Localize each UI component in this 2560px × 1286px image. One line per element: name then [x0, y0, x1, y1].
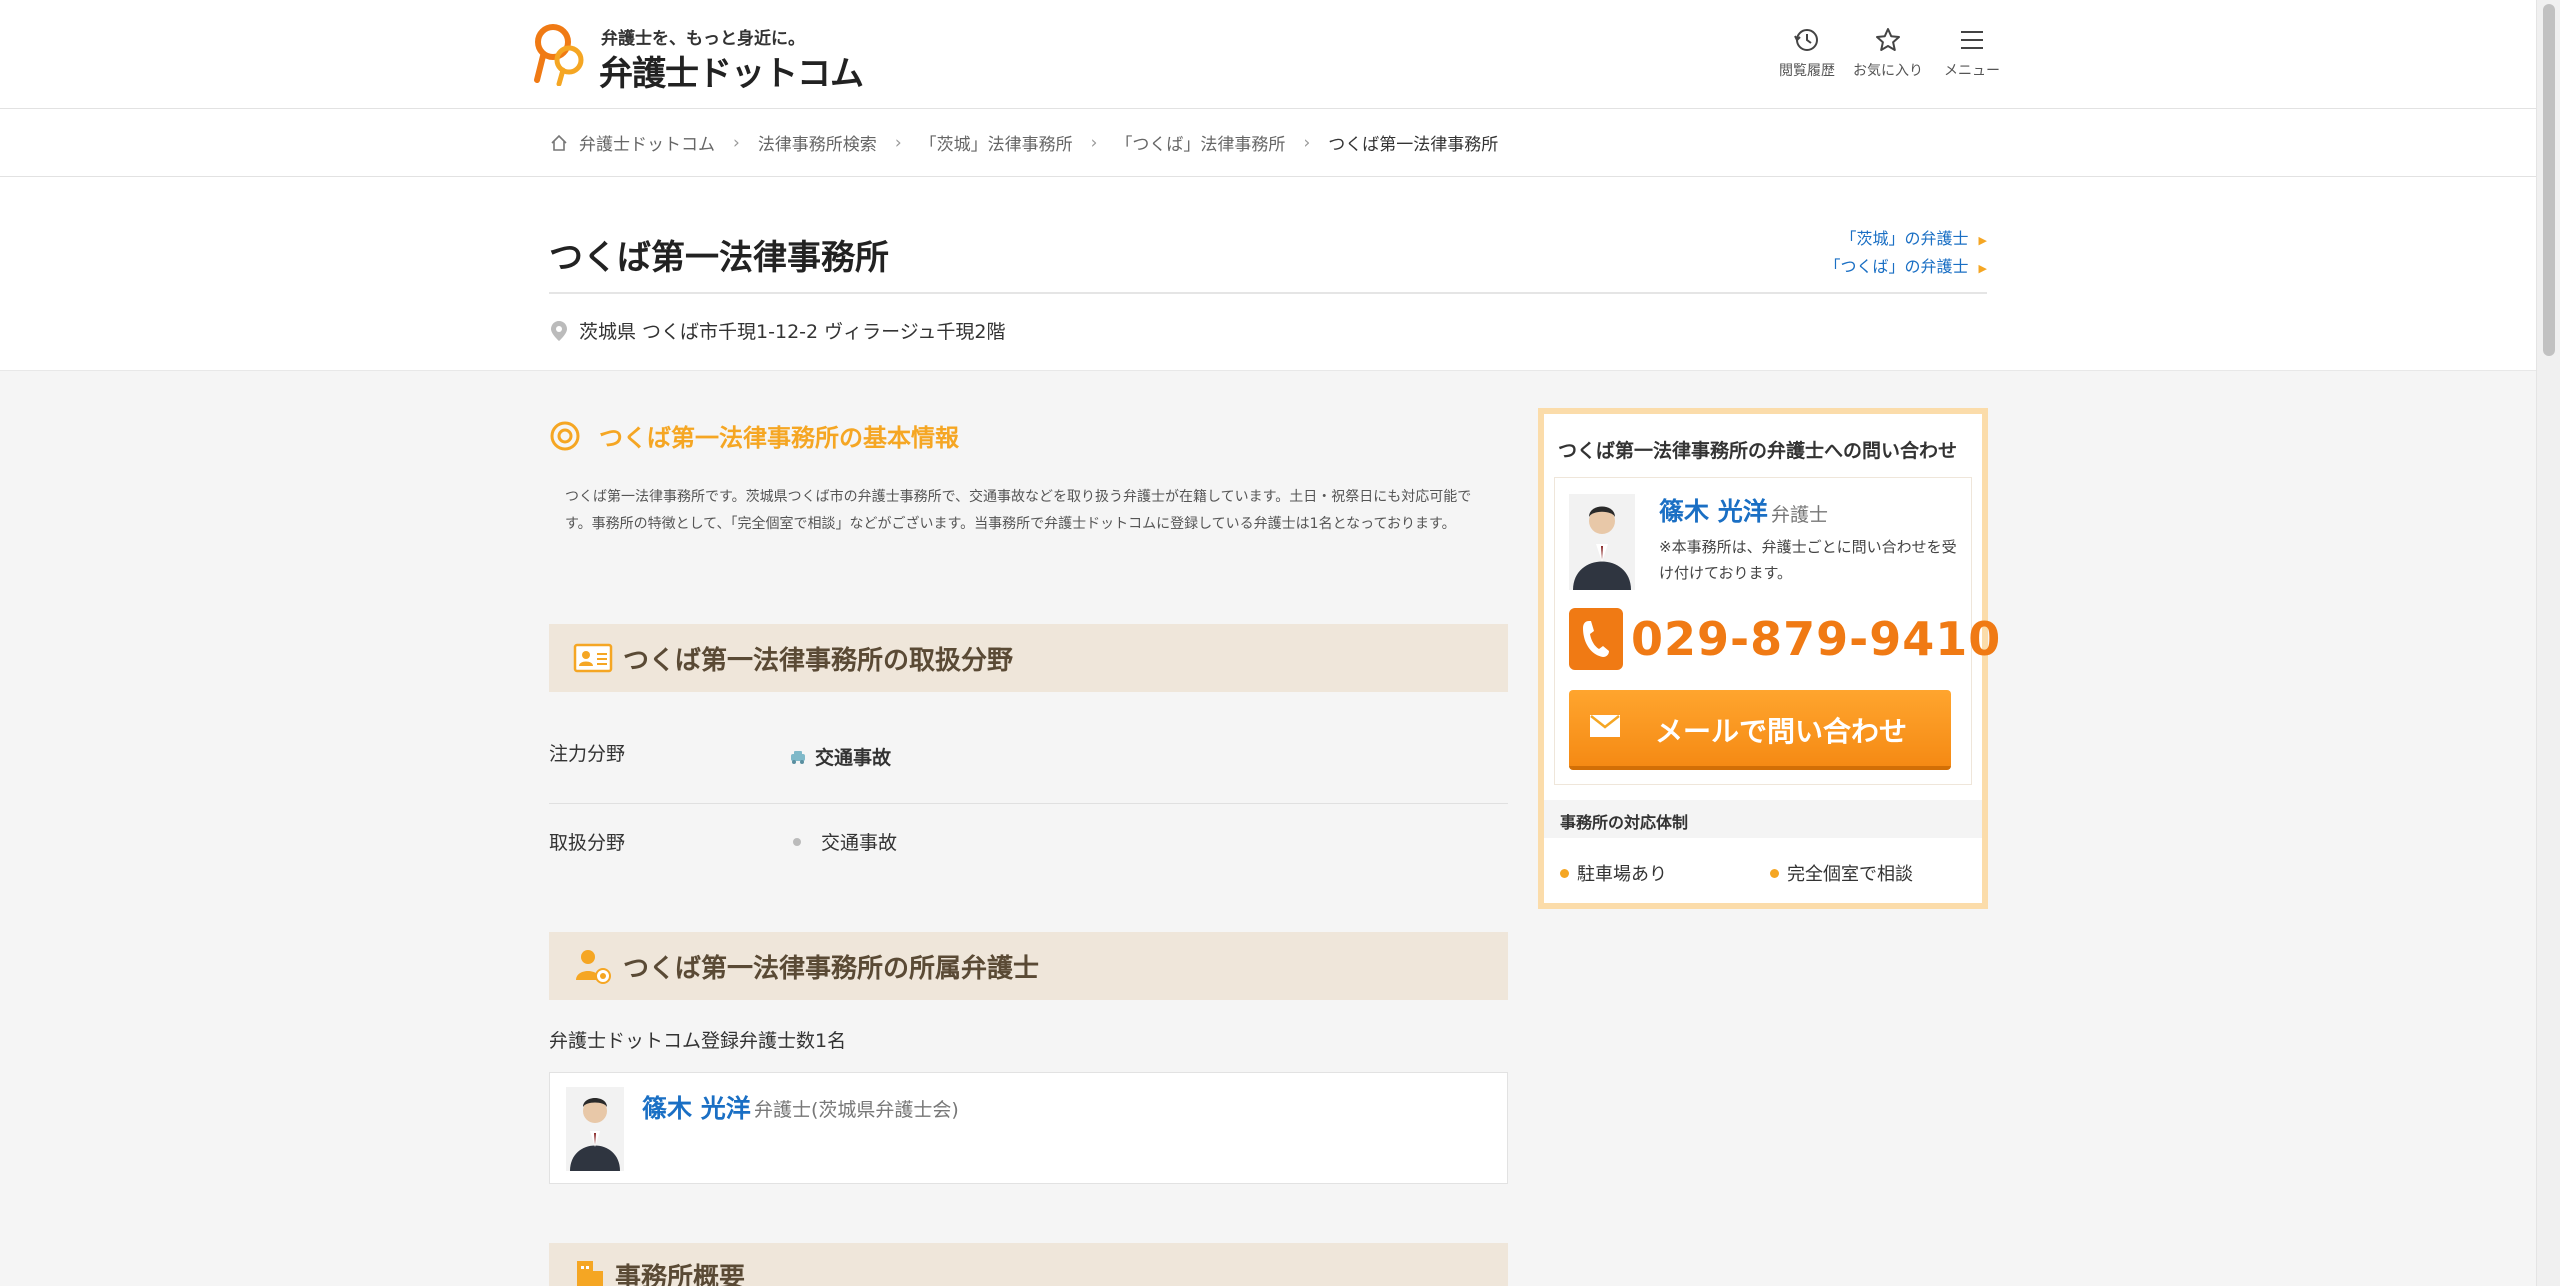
overview-heading: 事務所概要	[549, 1243, 1508, 1286]
breadcrumb-bar: 弁護士ドットコム › 法律事務所検索 › 「茨城」法律事務所 › 「つくば」法律…	[0, 109, 2536, 177]
office-header: つくば第一法律事務所 「茨城」の弁護士 ▶ 「つくば」の弁護士 ▶ 茨城県 つくば市…	[0, 177, 2536, 371]
triangle-right-icon: ▶	[1978, 262, 1987, 275]
logo-brand: 弁護士ドットコム	[599, 54, 864, 94]
basic-info-text: つくば第一法律事務所です。茨城県つくば市の弁護士事務所で、交通事故などを取り扱う…	[565, 489, 1472, 532]
handled-field-value: 交通事故	[821, 832, 898, 854]
feature-item: 駐車場あり	[1560, 860, 1667, 886]
id-card-icon	[573, 643, 613, 673]
contact-lawyer-name[interactable]: 篠木 光洋	[1659, 492, 1768, 528]
basic-info-heading: つくば第一法律事務所の基本情報	[549, 418, 959, 453]
focus-field-label: 注力分野	[549, 743, 626, 765]
home-icon	[551, 134, 567, 151]
contact-card: 篠木 光洋 弁護士 ※本事務所は、弁護士ごとに問い合わせを受け付けております。 …	[1554, 477, 2000, 785]
row-divider	[549, 803, 1508, 804]
scrollbar-thumb[interactable]	[2543, 4, 2555, 356]
phone-number: 029-879-9410	[1631, 612, 2002, 666]
phone-icon	[1569, 608, 1623, 670]
chevron-right-icon: ›	[894, 132, 902, 153]
chevron-right-icon: ›	[733, 132, 740, 153]
support-heading: 事務所の対応体制	[1544, 800, 1982, 838]
favorites-button[interactable]: お気に入り	[1848, 26, 1928, 80]
history-label: 閲覧履歴	[1779, 63, 1835, 79]
lawyers-title: つくば第一法律事務所の所属弁護士	[623, 953, 1040, 984]
registered-count: 弁護士ドットコム登録弁護士数1名	[549, 1030, 847, 1052]
lawyer-role: 弁護士(茨城県弁護士会)	[754, 1099, 959, 1121]
support-title: 事務所の対応体制	[1560, 813, 1689, 832]
mail-contact-button[interactable]: メールで問い合わせ	[1569, 690, 1951, 770]
bullet-icon	[1770, 868, 1779, 878]
breadcrumb-current: つくば第一法律事務所	[1328, 135, 1499, 155]
lawyer-badge-icon	[576, 950, 611, 984]
page-scrollbar[interactable]	[2536, 0, 2560, 1286]
fields-heading: つくば第一法律事務所の取扱分野	[549, 624, 1508, 692]
building-icon	[577, 1261, 603, 1286]
handled-field-label: 取扱分野	[549, 832, 626, 854]
phone-link[interactable]: 029-879-9410	[1569, 608, 2001, 670]
breadcrumb: 弁護士ドットコム › 法律事務所検索 › 「茨城」法律事務所 › 「つくば」法律…	[549, 130, 1498, 155]
hamburger-icon	[1961, 31, 1983, 49]
prefecture-links: 「茨城」の弁護士 ▶ 「つくば」の弁護士 ▶	[1825, 226, 1987, 282]
history-button[interactable]: 閲覧履歴	[1767, 26, 1847, 80]
feature-parking: 駐車場あり	[1577, 864, 1667, 885]
focus-field-link[interactable]: 交通事故	[815, 743, 891, 770]
mail-icon	[1590, 715, 1620, 737]
feature-private-room: 完全個室で相談	[1787, 864, 1913, 885]
history-icon	[1794, 29, 1818, 51]
breadcrumb-office-search[interactable]: 法律事務所検索	[758, 130, 877, 155]
lawyer-photo	[566, 1087, 624, 1171]
fields-title: つくば第一法律事務所の取扱分野	[623, 645, 1014, 676]
address-text: 茨城県 つくば市千現1-12-2 ヴィラージュ千現2階	[579, 321, 1006, 343]
location-pin-icon	[551, 320, 567, 341]
title-divider	[549, 292, 1987, 294]
link-ibaraki-lawyers[interactable]: 「茨城」の弁護士	[1841, 229, 1969, 248]
logo-icon	[534, 24, 584, 86]
mail-button-label: メールで問い合わせ	[1655, 715, 1908, 748]
contact-title: つくば第一法律事務所の弁護士への問い合わせ	[1558, 440, 1958, 462]
bullet-icon	[793, 837, 801, 846]
site-header: 弁護士を、もっと身近に。 弁護士ドットコム 閲覧履歴 お気に入り メニュー	[0, 0, 2536, 109]
bullet-icon	[1560, 868, 1569, 878]
basic-info-title: つくば第一法律事務所の基本情報	[599, 424, 959, 452]
contact-lawyer-role: 弁護士	[1771, 504, 1829, 526]
link-tsukuba-lawyers[interactable]: 「つくば」の弁護士	[1825, 257, 1969, 276]
breadcrumb-tsukuba[interactable]: 「つくば」法律事務所	[1115, 130, 1285, 155]
lawyers-heading: つくば第一法律事務所の所属弁護士	[549, 932, 1508, 1000]
target-icon	[550, 421, 580, 450]
breadcrumb-home[interactable]: 弁護士ドットコム	[579, 130, 715, 155]
contact-sidebar: つくば第一法律事務所の弁護士への問い合わせ 篠木 光洋 弁護士 ※本事務所は、弁…	[1538, 408, 2000, 909]
triangle-right-icon: ▶	[1978, 234, 1987, 247]
menu-label: メニュー	[1944, 63, 2000, 79]
star-icon	[1876, 28, 1900, 51]
lawyer-card[interactable]: 篠木 光洋 弁護士(茨城県弁護士会)	[549, 1072, 1508, 1184]
site-logo[interactable]: 弁護士を、もっと身近に。 弁護士ドットコム	[533, 22, 864, 94]
lawyer-name-link[interactable]: 篠木 光洋	[642, 1089, 751, 1125]
chevron-right-icon: ›	[1090, 132, 1098, 153]
contact-lawyer-photo	[1569, 494, 1635, 590]
chevron-right-icon: ›	[1303, 132, 1311, 153]
contact-note: ※本事務所は、弁護士ごとに問い合わせを受け付けております。	[1659, 538, 1957, 582]
feature-item: 完全個室で相談	[1770, 860, 1913, 886]
page-title: つくば第一法律事務所	[549, 238, 889, 278]
car-icon	[791, 750, 805, 764]
favorites-label: お気に入り	[1853, 63, 1923, 79]
menu-button[interactable]: メニュー	[1932, 26, 2012, 80]
office-address: 茨城県 つくば市千現1-12-2 ヴィラージュ千現2階	[549, 317, 1006, 344]
breadcrumb-ibaraki[interactable]: 「茨城」法律事務所	[920, 130, 1073, 155]
overview-title: 事務所概要	[615, 1263, 746, 1286]
